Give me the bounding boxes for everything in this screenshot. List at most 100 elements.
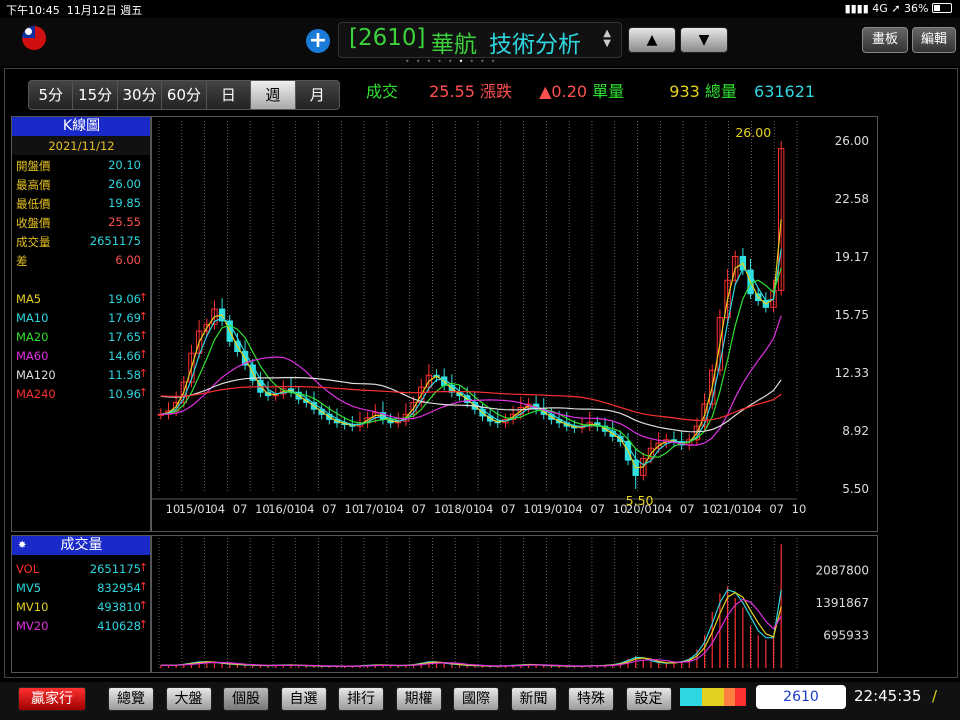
nav-item-1[interactable]: 大盤 — [165, 687, 212, 711]
volume-info-panel: ✸ 成交量 VOL 2651175 ↑ MV5 832954 ↑ MV10 493810 ↑ MV… — [11, 535, 152, 673]
up-arrow-icon: ↑ — [138, 599, 148, 612]
status-right: ▮▮▮▮ 4G ➚ 36% — [845, 2, 952, 15]
prev-stock-button[interactable]: ▲ — [628, 27, 676, 53]
y-tick-label: 26.00 — [835, 134, 869, 148]
volume-value: 832954 — [97, 581, 141, 595]
up-arrow-icon: ↑ — [138, 386, 148, 399]
period-tab-4[interactable]: 日 — [207, 81, 252, 109]
k-info-label: 最高價 — [16, 178, 51, 192]
draw-button[interactable]: 畫板 — [862, 27, 908, 53]
updown-chevron-icon[interactable]: ▲ ▼ — [603, 29, 611, 49]
y-tick-label: 15.75 — [835, 308, 869, 322]
ma-label: MA60 — [16, 349, 49, 363]
k-value-rows: 開盤價 20.10 最高價 26.00 最低價 19.85 收盤價 25.55 成交量 26511… — [12, 155, 151, 269]
ma-value: 19.06 — [108, 292, 141, 306]
stock-name: 華航 — [431, 32, 477, 58]
y-tick-label: 19.17 — [835, 250, 869, 264]
ma-row: MA10 17.69 ↑ — [12, 308, 151, 327]
nav-item-3[interactable]: 自選 — [280, 687, 327, 711]
color-segment — [702, 688, 713, 706]
k-line-chart[interactable]: 26.00 22.58 19.17 15.75 12.33 8.92 5.50 10 15/01… — [151, 117, 877, 531]
k-info-panel: K線圖 2021/11/12 開盤價 20.10 最高價 26.00 最低價 19.85 收… — [11, 116, 152, 532]
volume-panel-title: ✸ 成交量 — [12, 536, 151, 555]
k-panel-date-row: 2021/11/12 — [12, 136, 151, 155]
signal-icon: ▮▮▮▮ — [844, 2, 869, 15]
ma-row: MA60 14.66 ↑ — [12, 346, 151, 365]
up-arrow-icon: ↑ — [138, 310, 148, 323]
x-tick-label: 04 — [658, 502, 673, 516]
up-arrow-icon: ↑ — [138, 329, 148, 342]
page-dots: ••••••••• — [405, 57, 502, 66]
k-info-row: 差 6.00 — [12, 250, 151, 269]
x-tick-label: 07 — [590, 502, 605, 516]
market-color-bar — [680, 688, 746, 706]
volume-value-rows: VOL 2651175 ↑ MV5 832954 ↑ MV10 493810 ↑ MV20 4106… — [12, 559, 151, 635]
network-label: 4G — [872, 2, 888, 15]
change-value: ▲0.20 — [539, 82, 588, 101]
volume-ma-line-mv20 — [160, 598, 782, 667]
edit-button[interactable]: 編輯 — [912, 27, 956, 53]
up-arrow-icon: ↑ — [138, 367, 148, 380]
clock: 22:45:35 — [854, 687, 922, 705]
k-info-value: 2651175 — [89, 234, 141, 248]
battery-icon — [932, 3, 952, 13]
period-tab-6[interactable]: 月 — [296, 81, 339, 109]
volume-label: MV5 — [16, 581, 42, 595]
nav-item-8[interactable]: 特殊 — [568, 687, 614, 711]
k-info-label: 開盤價 — [16, 159, 51, 173]
y-tick-label: 2087800 — [816, 564, 869, 578]
x-tick-label: 15/01 — [179, 502, 212, 516]
ma-label: MA5 — [16, 292, 42, 306]
stock-selector[interactable]: [2610] 華航 技術分析 ▲ ▼ — [338, 22, 622, 58]
x-tick-label: 07 — [769, 502, 784, 516]
nav-item-5[interactable]: 期權 — [395, 687, 442, 711]
ma-label: MA120 — [16, 368, 56, 382]
period-tab-5[interactable]: 週 — [251, 81, 296, 109]
ma-value: 10.96 — [108, 387, 141, 401]
volume-ma-line-mv10 — [160, 591, 782, 667]
period-tab-3[interactable]: 60分 — [162, 81, 207, 109]
x-tick-label: 04 — [747, 502, 762, 516]
ma-line-ma10 — [160, 248, 782, 466]
y-tick-label: 8.92 — [842, 424, 869, 438]
period-tab-0[interactable]: 5分 — [29, 81, 74, 109]
x-tick-label: 04 — [568, 502, 583, 516]
volume-chart-frame: 2087800 1391867 695933 — [150, 535, 878, 673]
period-tab-1[interactable]: 15分 — [73, 81, 118, 109]
color-segment — [691, 688, 702, 706]
nav-item-2[interactable]: 個股 — [223, 687, 269, 711]
ma-line-ma120 — [160, 376, 782, 433]
k-info-value: 25.55 — [108, 215, 141, 229]
nav-item-0[interactable]: 總覽 — [108, 687, 154, 711]
x-tick-label: 10 — [792, 502, 807, 516]
ticker-input[interactable]: 2610 — [756, 685, 846, 709]
brand-button[interactable]: 贏家行 — [18, 687, 86, 711]
volume-label: MV20 — [16, 619, 49, 633]
up-arrow-icon: ↑ — [138, 348, 148, 361]
x-tick-label: 16/01 — [268, 502, 301, 516]
nav-item-4[interactable]: 排行 — [338, 687, 384, 711]
high-annotation: 26.00 — [735, 125, 771, 140]
k-info-label: 差 — [16, 254, 28, 268]
up-arrow-icon: ↑ — [138, 291, 148, 304]
volume-ma-line-mv5 — [160, 589, 782, 667]
volume-chart[interactable]: 2087800 1391867 695933 — [151, 536, 877, 672]
x-tick-label: 04 — [479, 502, 494, 516]
k-chart-frame: 26.00 22.58 19.17 15.75 12.33 8.92 5.50 10 15/01… — [150, 116, 878, 532]
next-stock-button[interactable]: ▼ — [680, 27, 728, 53]
nav-item-9[interactable]: 設定 — [625, 687, 672, 711]
taiwan-flag-icon[interactable] — [22, 26, 46, 50]
battery-label: 36% — [904, 2, 929, 15]
clock-suffix: / — [932, 687, 938, 705]
nav-item-6[interactable]: 國際 — [453, 687, 499, 711]
nav-item-7[interactable]: 新聞 — [510, 687, 557, 711]
ma-line-ma240 — [160, 386, 782, 422]
volume-dot-icon: ✸ — [18, 540, 27, 551]
add-icon[interactable]: + — [306, 29, 330, 53]
ma-value-rows: MA5 19.06 ↑ MA10 17.69 ↑ MA20 17.65 ↑ MA60 14.66 ↑ M… — [12, 289, 151, 403]
color-segment — [724, 688, 735, 706]
total-vol-value: 631621 — [754, 82, 816, 101]
period-tab-2[interactable]: 30分 — [118, 81, 163, 109]
k-info-row: 最低價 19.85 — [12, 193, 151, 212]
up-arrow-icon: ↑ — [138, 561, 148, 574]
